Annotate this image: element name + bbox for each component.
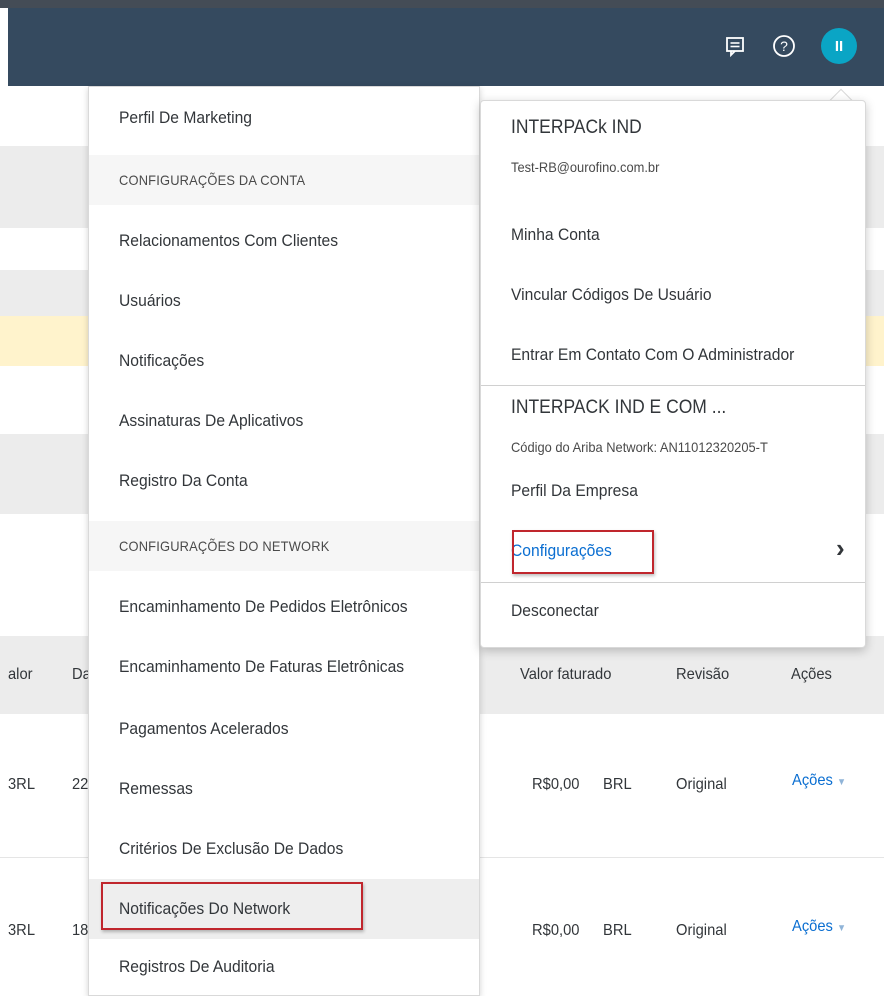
svg-text:?: ? (780, 38, 788, 54)
cell-currency: 3RL (8, 922, 36, 939)
col-header-valor-faturado: Valor faturado (520, 666, 612, 683)
user-company-name: INTERPACk IND (511, 117, 642, 138)
menu-item-vincular-codigos[interactable]: Vincular Códigos De Usuário (511, 285, 712, 305)
top-bar: ? II (0, 0, 884, 94)
highlight-box (101, 882, 363, 930)
highlight-box (512, 530, 654, 574)
cell-currency: 3RL (8, 776, 36, 793)
settings-submenu: Perfil De Marketing CONFIGURAÇÕES DA CON… (88, 86, 480, 996)
cell-amount: R$0,00 (532, 776, 580, 793)
caret-down-icon: ▼ (837, 923, 847, 934)
user-avatar[interactable]: II (821, 28, 857, 64)
menu-item-relacionamentos-clientes[interactable]: Relacionamentos Com Clientes (89, 211, 479, 271)
divider (481, 385, 865, 386)
top-bar-strip (0, 0, 884, 8)
cell-date: 22 (72, 776, 89, 793)
menu-item-assinaturas-aplicativos[interactable]: Assinaturas De Aplicativos (89, 391, 479, 451)
top-bar-band (8, 8, 884, 86)
user-email: Test-RB@ourofino.com.br (511, 159, 660, 175)
menu-item-perfil-empresa[interactable]: Perfil Da Empresa (511, 481, 638, 501)
cell-revision: Original (676, 776, 727, 793)
menu-item-remessas[interactable]: Remessas (89, 759, 479, 819)
cell-amount: R$0,00 (532, 922, 580, 939)
menu-item-faturas-eletronicas[interactable]: Encaminhamento De Faturas Eletrônicas (89, 637, 479, 697)
menu-item-registro-conta[interactable]: Registro Da Conta (89, 451, 479, 511)
chevron-right-icon[interactable]: › (836, 533, 845, 564)
menu-item-pagamentos-acelerados[interactable]: Pagamentos Acelerados (89, 699, 479, 759)
feedback-icon[interactable] (721, 32, 749, 60)
menu-item-pedidos-eletronicos[interactable]: Encaminhamento De Pedidos Eletrônicos (89, 577, 479, 637)
company-name: INTERPACK IND E COM ... (511, 397, 727, 418)
menu-item-notificacoes[interactable]: Notificações (89, 331, 479, 391)
menu-item-contato-administrador[interactable]: Entrar Em Contato Com O Administrador (511, 345, 794, 365)
menu-item-criterios-exclusao[interactable]: Critérios De Exclusão De Dados (89, 819, 479, 879)
row-actions-label: Ações (792, 772, 833, 789)
divider (481, 582, 865, 583)
row-actions-link[interactable]: Ações ▼ (792, 772, 846, 790)
cell-currency: BRL (603, 776, 632, 793)
caret-down-icon: ▼ (837, 777, 847, 788)
menu-item-desconectar[interactable]: Desconectar (511, 601, 599, 621)
menu-section-configuracoes-network: CONFIGURAÇÕES DO NETWORK (89, 521, 479, 571)
cell-revision: Original (676, 922, 727, 939)
col-header-acoes: Ações (791, 666, 832, 683)
menu-section-configuracoes-conta: CONFIGURAÇÕES DA CONTA (89, 155, 479, 205)
cell-currency: BRL (603, 922, 632, 939)
row-actions-link[interactable]: Ações ▼ (792, 918, 846, 936)
network-code: Código do Ariba Network: AN11012320205-T (511, 439, 768, 455)
menu-item-registros-auditoria[interactable]: Registros De Auditoria (89, 939, 479, 995)
menu-item-perfil-marketing[interactable]: Perfil De Marketing (89, 87, 479, 149)
col-header-valor: alor (8, 666, 33, 683)
row-actions-label: Ações (792, 918, 833, 935)
menu-item-minha-conta[interactable]: Minha Conta (511, 225, 600, 245)
menu-item-usuarios[interactable]: Usuários (89, 271, 479, 331)
cell-date: 18 (72, 922, 89, 939)
col-header-revisao: Revisão (676, 666, 730, 683)
help-icon[interactable]: ? (770, 32, 798, 60)
